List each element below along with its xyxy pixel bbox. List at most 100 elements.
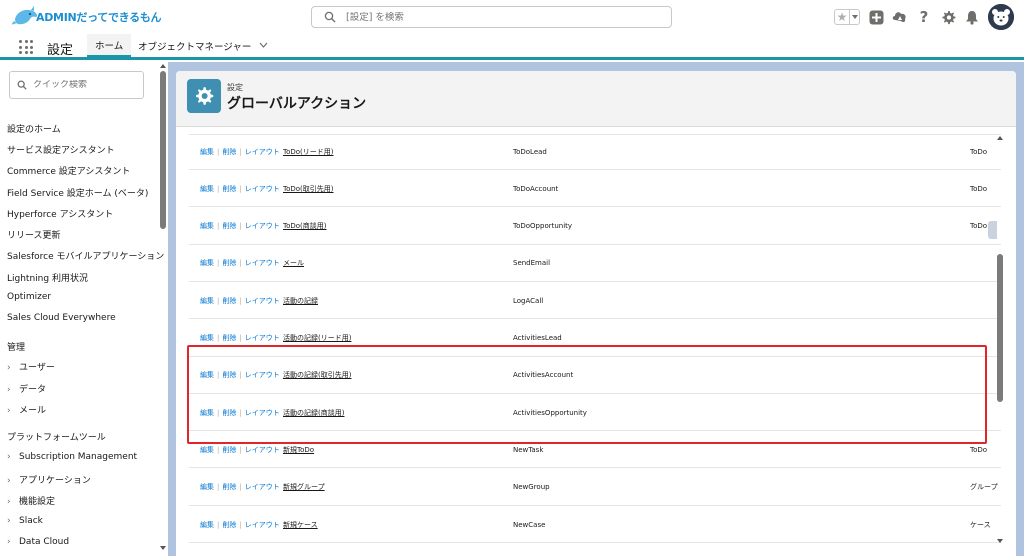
scroll-up-arrow-icon[interactable] [160,64,166,68]
edit-link[interactable]: 編集 [200,258,214,268]
action-api-name: SendEmail [513,259,551,268]
separator: | [217,334,220,342]
sidebar-item-applications[interactable]: › アプリケーション [7,473,91,486]
chevron-down-icon[interactable] [259,41,268,51]
action-api-name: ActivitiesLead [513,334,562,342]
sidebar-item-salesforce-mobile-app[interactable]: Salesforce モバイルアプリケーション [7,249,164,262]
sidebar-item-data[interactable]: › データ [7,382,46,395]
layout-link[interactable]: レイアウト [245,370,280,380]
global-search-input[interactable] [346,11,646,23]
edit-link[interactable]: 編集 [200,482,214,492]
sidebar-scrollbar[interactable] [159,62,168,556]
avatar[interactable] [988,4,1014,30]
layout-link[interactable]: レイアウト [245,221,280,231]
sidebar-item-label: Slack [19,516,43,526]
setup-button[interactable] [940,9,956,25]
edit-link[interactable]: 編集 [200,408,214,418]
sidebar-item-subscription-management[interactable]: › Subscription Management [7,452,137,462]
tab-object-manager[interactable]: オブジェクトマネージャー [130,34,276,57]
star-icon[interactable]: ★ [835,10,849,24]
sidebar-item-release-updates[interactable]: リリース更新 [7,228,61,241]
sidebar-item-lightning-usage[interactable]: Lightning 利用状況 [7,271,88,284]
sidebar-scrollbar-thumb[interactable] [160,71,166,229]
sidebar-item-users[interactable]: › ユーザー [7,360,55,373]
layout-link[interactable]: レイアウト [245,408,280,418]
delete-link[interactable]: 削除 [222,221,236,231]
delete-link[interactable]: 削除 [222,482,236,492]
sidebar-item-slack[interactable]: › Slack [7,516,43,526]
layout-link[interactable]: レイアウト [245,296,280,306]
sidebar-item-feature-settings[interactable]: › 機能設定 [7,494,55,507]
quick-find-box[interactable] [9,71,144,99]
delete-link[interactable]: 削除 [222,184,236,194]
notifications-button[interactable] [964,9,980,25]
sidebar-item-optimizer[interactable]: Optimizer [7,292,51,302]
layout-link[interactable]: レイアウト [245,333,280,343]
edit-link[interactable]: 編集 [200,184,214,194]
action-label-link[interactable]: 活動の記録(商談用) [283,394,344,431]
action-label-link[interactable]: 新規ToDo [283,431,314,468]
sidebar-item-sales-cloud-everywhere[interactable]: Sales Cloud Everywhere [7,313,116,323]
sidebar-item-data-cloud[interactable]: › Data Cloud [7,537,69,547]
action-label-link[interactable]: ToDo(商談用) [283,208,327,245]
action-label-link[interactable]: ToDo(取引先用) [283,170,334,207]
sidebar-item-commerce-setup-assistant[interactable]: Commerce 設定アシスタント [7,164,130,177]
trailhead-icon [892,12,906,23]
action-api-name: ActivitiesOpportunity [513,408,587,417]
trailhead-button[interactable] [892,9,908,25]
row-actions: 編集 | 削除 | レイアウト [200,506,280,543]
edit-link[interactable]: 編集 [200,520,214,530]
scroll-down-arrow-icon[interactable] [997,539,1003,543]
layout-link[interactable]: レイアウト [245,258,280,268]
action-label-link[interactable]: メール [283,245,304,282]
sidebar-item-service-setup-assistant[interactable]: サービス設定アシスタント [7,143,115,156]
delete-link[interactable]: 削除 [222,520,236,530]
search-icon [324,11,336,23]
main-scrollbar[interactable] [995,132,1005,556]
delete-link[interactable]: 削除 [222,296,236,306]
main-scrollbar-thumb[interactable] [997,254,1003,402]
favorites-group[interactable]: ★ [834,9,860,25]
side-panel-handle[interactable] [1016,84,1024,102]
separator: | [217,147,220,156]
scroll-up-arrow-icon[interactable] [997,136,1003,140]
delete-link[interactable]: 削除 [222,408,236,418]
edit-link[interactable]: 編集 [200,370,214,380]
scroll-down-arrow-icon[interactable] [160,546,166,550]
logo[interactable]: ADMINだってできるもん [12,4,162,30]
layout-link[interactable]: レイアウト [245,147,280,157]
add-button[interactable] [868,9,884,25]
action-label-link[interactable]: 活動の記録 [283,282,318,319]
sidebar-item-hyperforce-assistant[interactable]: Hyperforce アシスタント [7,207,113,220]
edit-link[interactable]: 編集 [200,333,214,343]
layout-link[interactable]: レイアウト [245,482,280,492]
delete-link[interactable]: 削除 [222,445,236,455]
delete-link[interactable]: 削除 [222,370,236,380]
action-label-link[interactable]: 新規ケース [283,506,318,543]
action-label-link[interactable]: ToDo(リード用) [283,133,334,170]
delete-link[interactable]: 削除 [222,147,236,157]
tab-home[interactable]: ホーム [87,34,132,57]
edit-link[interactable]: 編集 [200,221,214,231]
sidebar-item-setup-home[interactable]: 設定のホーム [7,122,61,135]
action-label-link[interactable]: 新規グループ [283,469,325,506]
favorites-menu-button[interactable] [849,10,859,24]
delete-link[interactable]: 削除 [222,333,236,343]
sidebar-item-field-service-setup-home[interactable]: Field Service 設定ホーム (ベータ) [7,186,148,199]
action-label-link[interactable]: 活動の記録(リード用) [283,320,351,357]
sidebar-section-platform-tools: プラットフォームツール [7,433,106,443]
delete-link[interactable]: 削除 [222,258,236,268]
sidebar-item-email[interactable]: › メール [7,403,46,416]
quick-find-input[interactable] [33,80,143,90]
action-label-link[interactable]: 活動の記録(取引先用) [283,357,351,394]
edit-link[interactable]: 編集 [200,147,214,157]
help-button[interactable]: ? [916,8,932,26]
layout-link[interactable]: レイアウト [245,184,280,194]
sidebar-item-label: ユーザー [19,363,55,373]
layout-link[interactable]: レイアウト [245,520,280,530]
edit-link[interactable]: 編集 [200,445,214,455]
layout-link[interactable]: レイアウト [245,445,280,455]
edit-link[interactable]: 編集 [200,296,214,306]
app-launcher-icon[interactable] [19,40,33,54]
global-search[interactable] [311,6,672,28]
